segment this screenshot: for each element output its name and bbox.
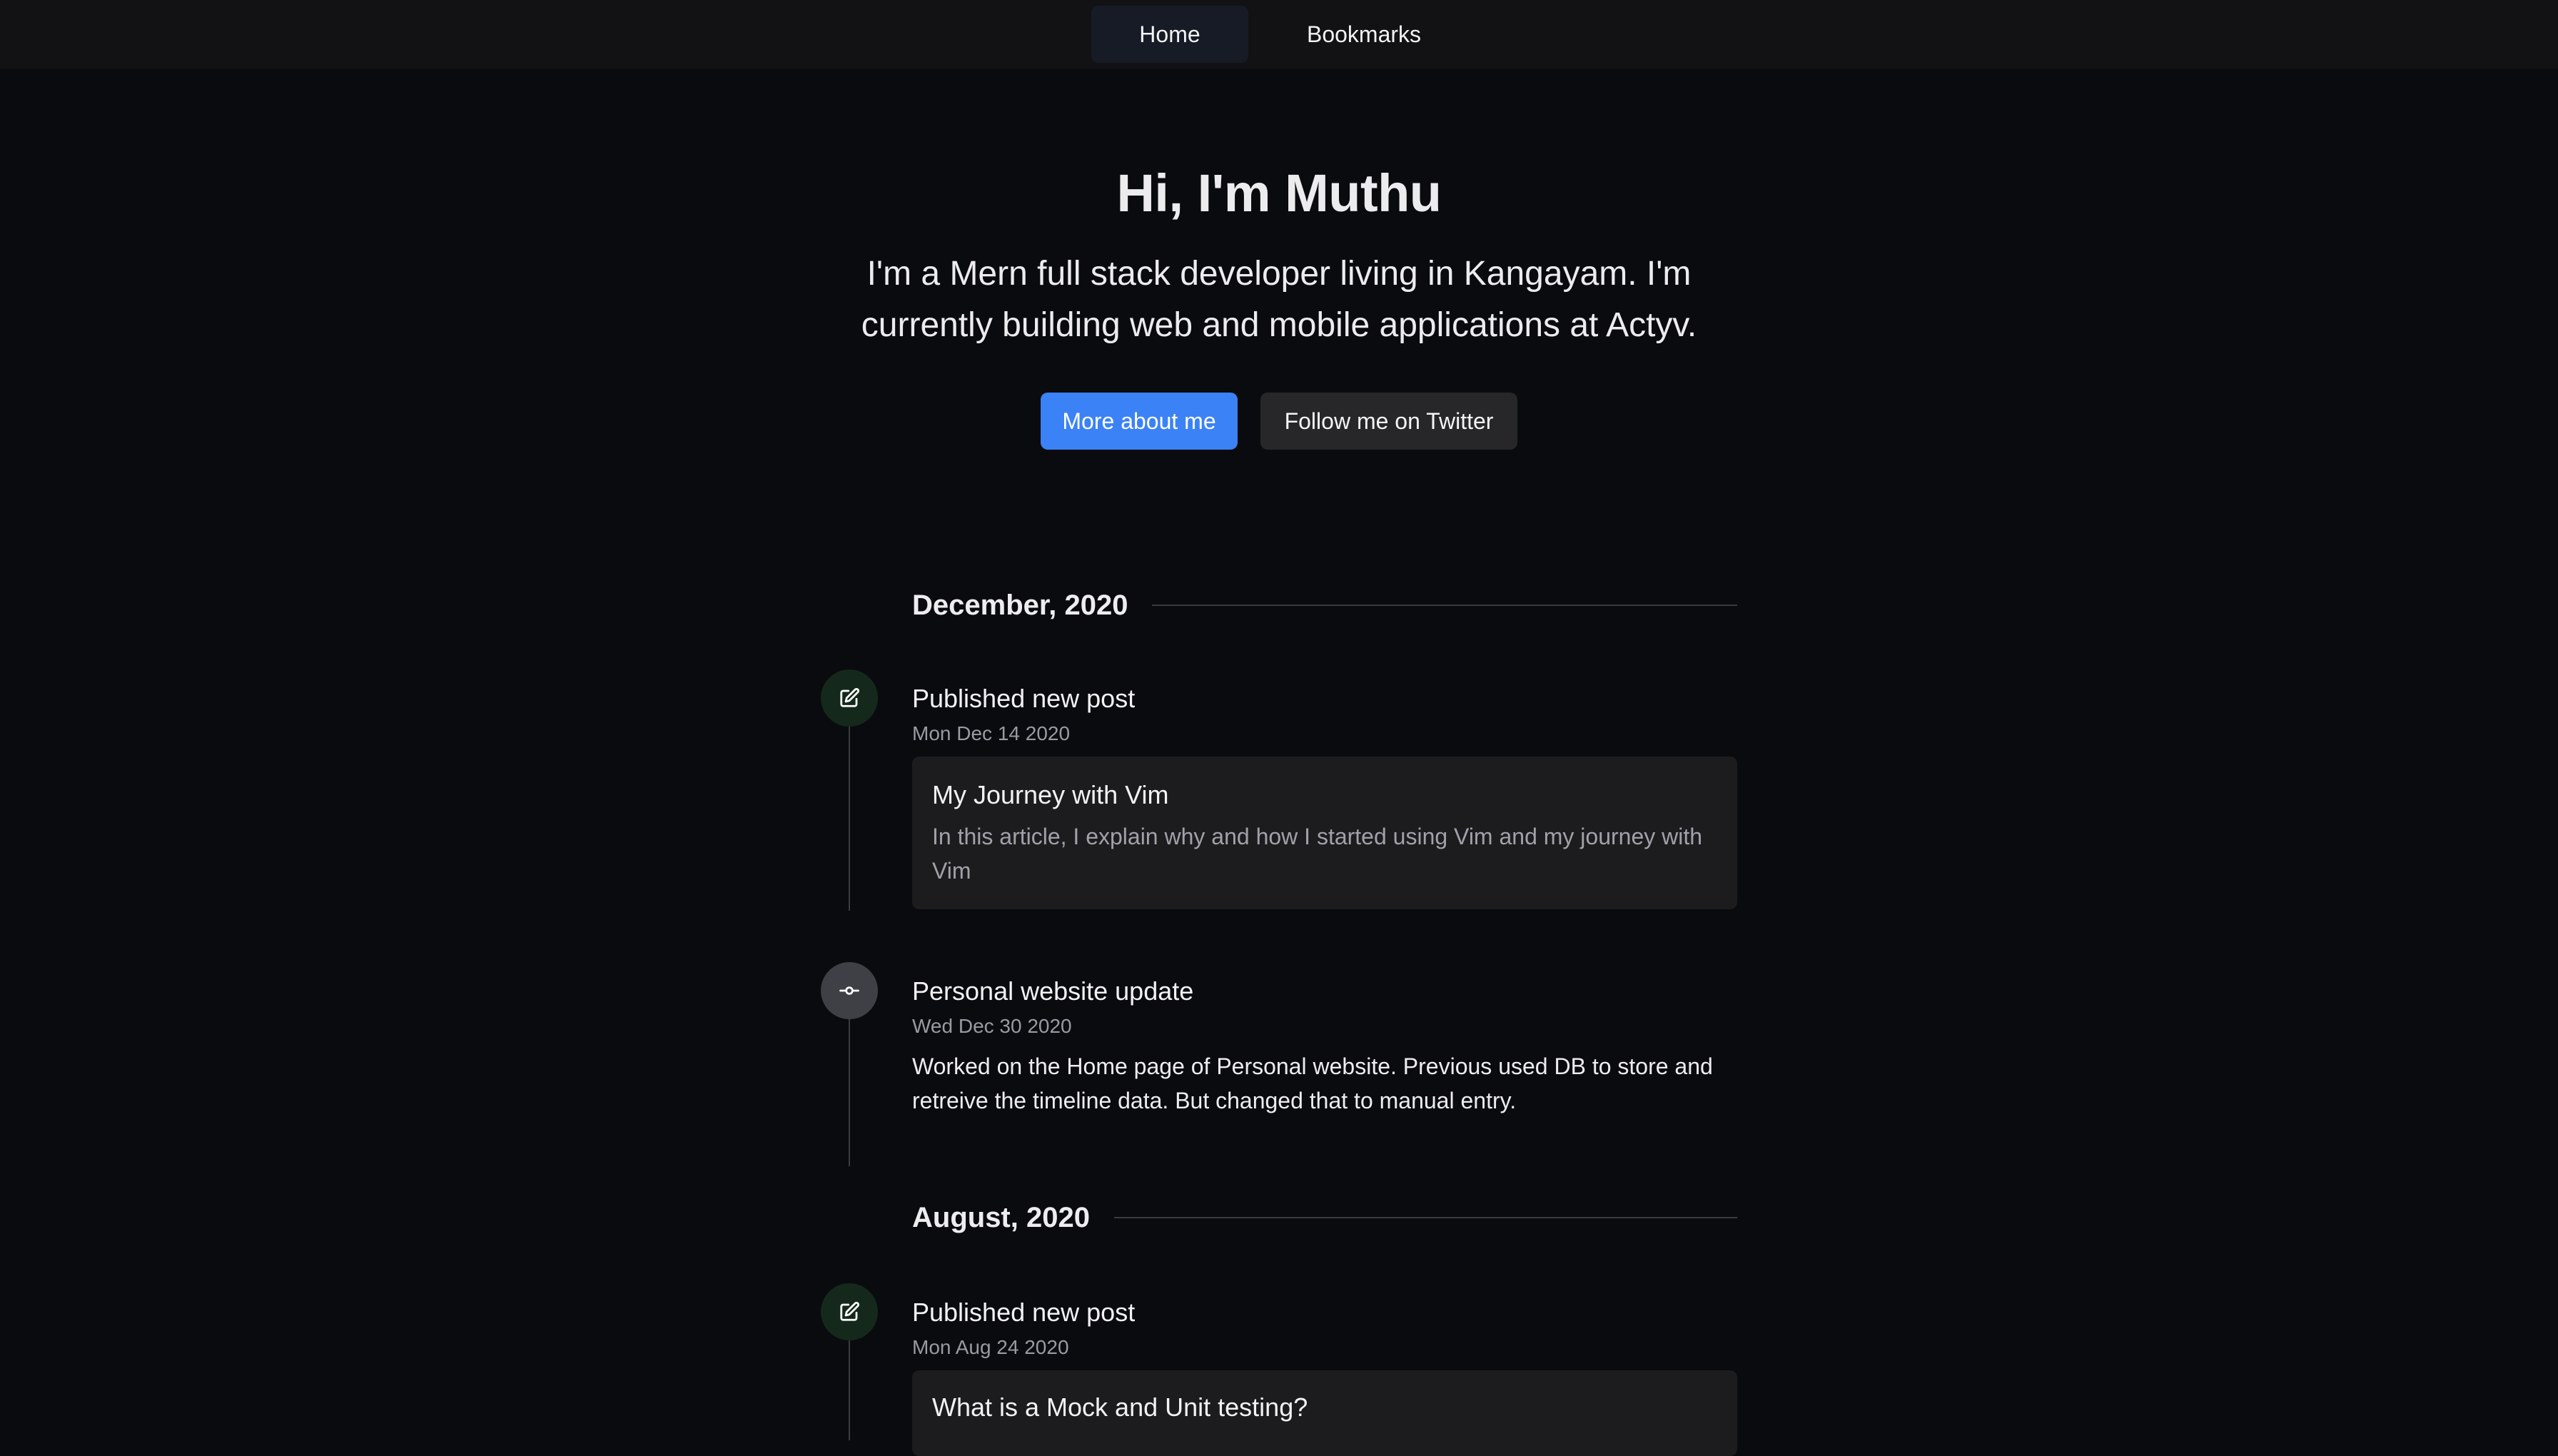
timeline-event: Published new post Mon Dec 14 2020 My Jo… [821, 669, 1737, 941]
more-about-me-button[interactable]: More about me [1041, 393, 1238, 450]
timeline-rail [849, 1340, 850, 1440]
event-title: Published new post [912, 1298, 1136, 1327]
month-header: December, 2020 [912, 584, 1737, 627]
event-date: Mon Aug 24 2020 [912, 1336, 1069, 1358]
month-header: August, 2020 [912, 1196, 1737, 1239]
month-label: December, 2020 [912, 589, 1128, 621]
nav-item-bookmarks[interactable]: Bookmarks [1261, 6, 1467, 63]
timeline-event: Published new post Mon Aug 24 2020 What … [821, 1283, 1737, 1456]
post-card[interactable]: My Journey with Vim In this article, I e… [912, 757, 1737, 909]
event-description: Worked on the Home page of Personal webs… [912, 1053, 1713, 1113]
hero-subtitle: I'm a Mern full stack developer living i… [861, 255, 1697, 344]
post-card-title[interactable]: What is a Mock and Unit testing? [932, 1390, 1717, 1425]
hero-buttons: More about me Follow me on Twitter [0, 393, 2558, 450]
top-nav: Home Bookmarks [0, 0, 2558, 69]
follow-twitter-button[interactable]: Follow me on Twitter [1260, 393, 1517, 450]
git-commit-icon [821, 962, 878, 1019]
edit-icon [821, 669, 878, 727]
post-card[interactable]: What is a Mock and Unit testing? [912, 1370, 1737, 1456]
event-title: Published new post [912, 684, 1136, 713]
timeline-rail [849, 1019, 850, 1166]
month-label: August, 2020 [912, 1201, 1090, 1233]
edit-icon [821, 1283, 878, 1340]
hero-title: Hi, I'm Muthu [1116, 163, 1442, 223]
event-date: Wed Dec 30 2020 [912, 1015, 1072, 1037]
timeline-rail [849, 727, 850, 911]
month-divider [1152, 605, 1737, 606]
month-divider [1113, 1217, 1737, 1218]
post-card-description: In this article, I explain why and how I… [932, 824, 1703, 884]
event-date: Mon Dec 14 2020 [912, 722, 1071, 744]
nav-item-home[interactable]: Home [1091, 6, 1248, 63]
post-card-title[interactable]: My Journey with Vim [932, 778, 1717, 812]
event-title: Personal website update [912, 976, 1194, 1006]
timeline-event: Personal website update Wed Dec 30 2020 … [821, 962, 1737, 1166]
